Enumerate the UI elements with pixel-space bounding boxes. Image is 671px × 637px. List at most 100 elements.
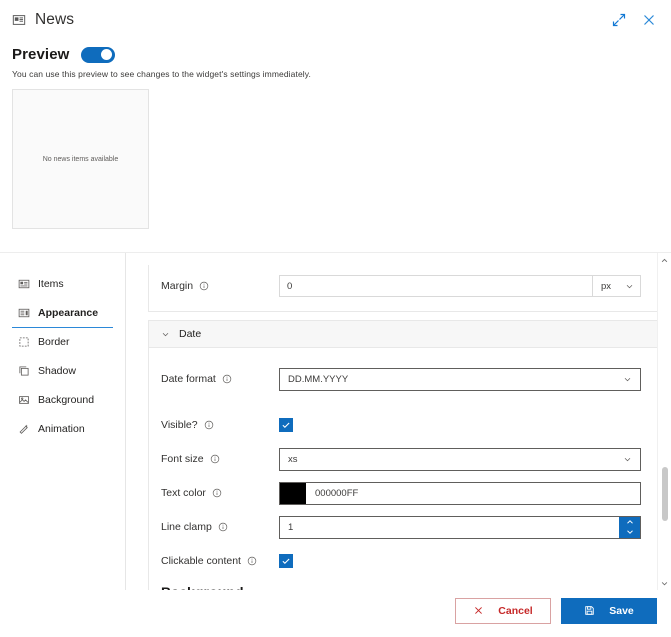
font-size-select[interactable]: xs bbox=[279, 447, 641, 471]
margin-label: Margin bbox=[161, 280, 194, 292]
spinner-buttons bbox=[619, 516, 640, 538]
background-title: Background bbox=[161, 584, 641, 590]
info-icon[interactable] bbox=[212, 488, 222, 498]
sidebar-item-animation[interactable]: Animation bbox=[0, 418, 125, 439]
scrollbar-thumb[interactable] bbox=[661, 467, 668, 521]
settings-form-wrap: Margin 0 px Date Date format DD.MM.YYYY … bbox=[126, 253, 671, 590]
margin-row: Margin 0 px bbox=[149, 271, 657, 301]
visible-row: Visible? bbox=[149, 410, 657, 440]
sidebar-item-items[interactable]: Items bbox=[0, 273, 125, 294]
font-size-value: xs bbox=[288, 453, 298, 465]
date-section-body: Date format DD.MM.YYYY Visible? Font siz… bbox=[148, 348, 657, 590]
visible-label-group: Visible? bbox=[161, 419, 279, 431]
clickable-content-label: Clickable content bbox=[161, 555, 241, 567]
preview-header: Preview You can use this preview to see … bbox=[0, 40, 671, 79]
line-clamp-input[interactable]: 1 bbox=[280, 517, 619, 538]
cancel-button[interactable]: Cancel bbox=[455, 597, 551, 624]
expand-icon[interactable] bbox=[611, 12, 627, 28]
save-button[interactable]: Save bbox=[561, 597, 657, 624]
clickable-content-label-group: Clickable content bbox=[161, 555, 279, 567]
text-color-row: Text color 000000FF bbox=[149, 478, 657, 508]
news-widget-icon bbox=[12, 13, 26, 27]
info-icon[interactable] bbox=[204, 420, 214, 430]
text-color-label-group: Text color bbox=[161, 487, 279, 499]
date-format-control: DD.MM.YYYY bbox=[279, 367, 641, 391]
text-color-label: Text color bbox=[161, 487, 206, 499]
line-clamp-label-group: Line clamp bbox=[161, 521, 279, 533]
clickable-content-checkbox[interactable] bbox=[279, 554, 293, 568]
line-clamp-spinner[interactable]: 1 bbox=[279, 515, 641, 539]
scroll-down-icon[interactable] bbox=[658, 576, 671, 590]
appearance-icon bbox=[18, 307, 30, 319]
sidebar-item-label: Shadow bbox=[38, 364, 76, 377]
margin-input[interactable]: 0 bbox=[279, 275, 593, 297]
clickable-content-row: Clickable content bbox=[149, 546, 657, 576]
info-icon[interactable] bbox=[210, 454, 220, 464]
info-icon[interactable] bbox=[247, 556, 257, 566]
background-icon bbox=[18, 394, 30, 406]
scrollbar-track[interactable] bbox=[658, 267, 671, 576]
preview-empty-text: No news items available bbox=[42, 155, 119, 163]
background-subsection: Background Add a background image or col… bbox=[149, 584, 657, 590]
dialog-footer: Cancel Save bbox=[0, 590, 671, 637]
title-group: News bbox=[12, 11, 74, 29]
sidebar-item-label: Animation bbox=[38, 422, 85, 435]
visible-label: Visible? bbox=[161, 419, 198, 431]
preview-title-row: Preview bbox=[12, 46, 659, 63]
text-color-value: 000000FF bbox=[315, 487, 359, 499]
close-icon bbox=[475, 607, 483, 614]
title-bar: News bbox=[0, 0, 671, 40]
margin-unit-select[interactable]: px bbox=[593, 275, 641, 297]
preview-title: Preview bbox=[12, 46, 70, 63]
save-disk-icon bbox=[585, 606, 594, 615]
date-section-header[interactable]: Date bbox=[148, 320, 657, 348]
sidebar-item-label: Border bbox=[38, 335, 70, 348]
animation-icon bbox=[18, 423, 30, 435]
sidebar-item-shadow[interactable]: Shadow bbox=[0, 360, 125, 381]
window-actions bbox=[611, 12, 657, 28]
form-scrollbar[interactable] bbox=[657, 253, 671, 590]
scroll-up-icon[interactable] bbox=[658, 253, 671, 267]
line-clamp-label: Line clamp bbox=[161, 521, 212, 533]
margin-unit-value: px bbox=[601, 280, 612, 292]
toggle-knob bbox=[101, 49, 113, 60]
sidebar-item-label: Items bbox=[38, 277, 64, 290]
news-widget-settings-panel: News Preview You can use this preview to… bbox=[0, 0, 671, 637]
spinner-down-icon[interactable] bbox=[619, 527, 640, 538]
line-clamp-control: 1 bbox=[279, 515, 641, 539]
info-icon[interactable] bbox=[218, 522, 228, 532]
date-section-title: Date bbox=[179, 328, 202, 340]
line-clamp-row: Line clamp 1 bbox=[149, 512, 657, 542]
close-icon[interactable] bbox=[641, 12, 657, 28]
font-size-row: Font size xs bbox=[149, 444, 657, 474]
margin-control: 0 px bbox=[279, 275, 641, 297]
preview-area: No news items available bbox=[0, 79, 671, 229]
date-format-select[interactable]: DD.MM.YYYY bbox=[279, 367, 641, 391]
border-icon bbox=[18, 336, 30, 348]
margin-label-group: Margin bbox=[161, 280, 279, 292]
font-size-label-group: Font size bbox=[161, 453, 279, 465]
color-swatch[interactable] bbox=[280, 482, 306, 504]
clickable-content-control bbox=[279, 554, 641, 568]
shadow-icon bbox=[18, 365, 30, 377]
sidebar-item-appearance[interactable]: Appearance bbox=[0, 302, 125, 328]
info-icon[interactable] bbox=[199, 281, 209, 291]
chevron-down-icon bbox=[623, 455, 632, 464]
settings-form: Margin 0 px Date Date format DD.MM.YYYY … bbox=[126, 253, 657, 590]
save-label: Save bbox=[609, 604, 634, 617]
chevron-down-icon bbox=[625, 282, 634, 291]
date-format-label-group: Date format bbox=[161, 373, 279, 385]
date-format-value: DD.MM.YYYY bbox=[288, 373, 349, 385]
preview-toggle[interactable] bbox=[81, 46, 116, 63]
date-format-label: Date format bbox=[161, 373, 216, 385]
margin-card: Margin 0 px bbox=[148, 265, 657, 312]
text-color-field[interactable]: 000000FF bbox=[279, 481, 641, 505]
visible-checkbox[interactable] bbox=[279, 418, 293, 432]
settings-body: Items Appearance Border Shadow Backgroun… bbox=[0, 253, 671, 590]
text-color-control: 000000FF bbox=[279, 481, 641, 505]
spinner-up-icon[interactable] bbox=[619, 517, 640, 528]
sidebar-item-border[interactable]: Border bbox=[0, 331, 125, 352]
sidebar-item-background[interactable]: Background bbox=[0, 389, 125, 410]
preview-description: You can use this preview to see changes … bbox=[12, 69, 311, 79]
info-icon[interactable] bbox=[222, 374, 232, 384]
